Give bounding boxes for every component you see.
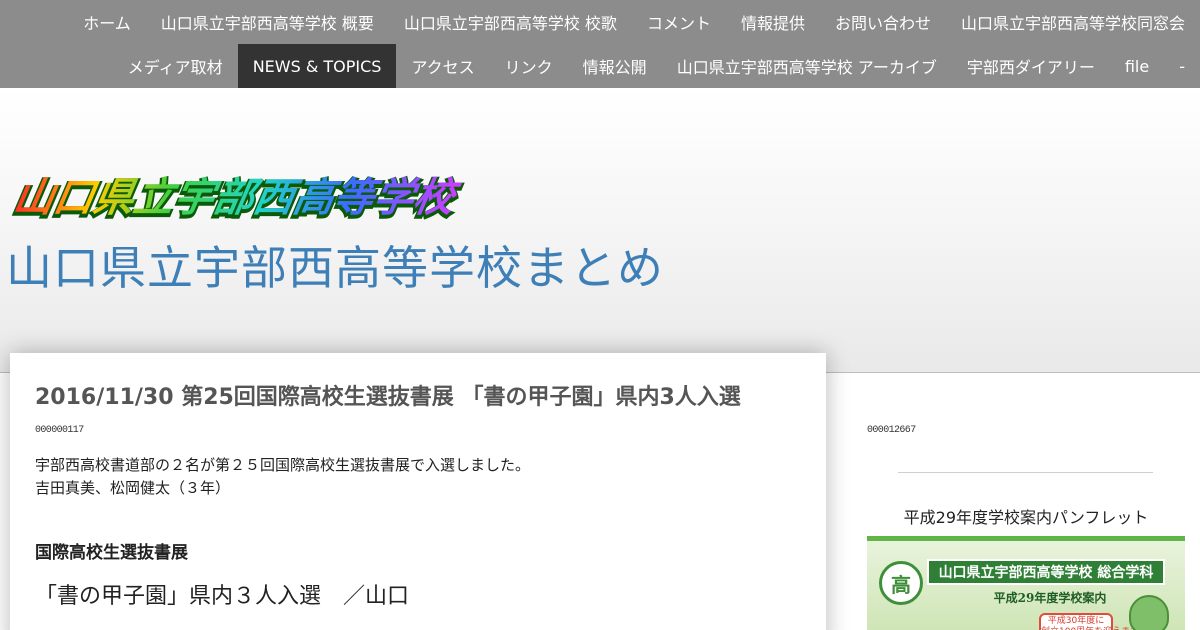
nav-item-links[interactable]: リンク [490, 44, 568, 88]
nav-item-access[interactable]: アクセス [396, 44, 489, 88]
post-title[interactable]: 2016/11/30 第25回国際高校生選抜書展 「書の甲子園」県内3人入選 [35, 379, 741, 411]
nav-item-disclosure[interactable]: 情報公開 [568, 44, 662, 88]
top-navigation: ホーム 山口県立宇部西高等学校 概要 山口県立宇部西高等学校 校歌 コメント 情… [0, 0, 1200, 88]
nav-item-file[interactable]: file [1110, 44, 1164, 88]
nav-item-news-topics[interactable]: NEWS & TOPICS [237, 44, 397, 88]
nav-item-comment[interactable]: コメント [632, 0, 726, 44]
pamphlet-subtitle: 平成29年度学校案内 [993, 591, 1107, 605]
school-emblem-icon: 高 [879, 561, 923, 605]
nav-item-archive[interactable]: 山口県立宇部西高等学校 アーカイブ [662, 44, 952, 88]
site-logo[interactable]: 山口県立宇部西高等学校 山口県立宇部西高等学校 [6, 175, 496, 225]
nav-row-1: ホーム 山口県立宇部西高等学校 概要 山口県立宇部西高等学校 校歌 コメント 情… [68, 0, 1200, 44]
pamphlet-cover: 高 山口県立宇部西高等学校 総合学科 平成29年度学校案内 平成30年度に 創立… [867, 541, 1185, 630]
nav-item-contact[interactable]: お問い合わせ [820, 0, 946, 44]
nav-row-2: メディア取材 NEWS & TOPICS アクセス リンク 情報公開 山口県立宇… [113, 44, 1200, 88]
site-title[interactable]: 山口県立宇部西高等学校まとめ [6, 232, 664, 298]
site-header: 山口県立宇部西高等学校 山口県立宇部西高等学校 山口県立宇部西高等学校まとめ [0, 88, 1200, 373]
site-access-counter: 000012667 [867, 425, 916, 436]
post-card: 2016/11/30 第25回国際高校生選抜書展 「書の甲子園」県内3人入選 0… [10, 353, 826, 630]
nav-item-overview[interactable]: 山口県立宇部西高等学校 概要 [146, 0, 389, 44]
nav-item-school-song[interactable]: 山口県立宇部西高等学校 校歌 [389, 0, 632, 44]
post-body-line: 宇部西高校書道部の２名が第２５回国際高校生選抜書展で入選しました。 [35, 456, 531, 474]
nav-item-dash[interactable]: - [1164, 44, 1200, 88]
pamphlet-image[interactable]: 高 山口県立宇部西高等学校 総合学科 平成29年度学校案内 平成30年度に 創立… [867, 536, 1185, 630]
post-sub-heading: 「書の甲子園」県内３人入選 ／山口 [35, 584, 410, 609]
post-body: 宇部西高校書道部の２名が第２５回国際高校生選抜書展で入選しました。 吉田真美、松… [35, 454, 530, 500]
nav-item-media[interactable]: メディア取材 [113, 44, 238, 88]
logo-text: 山口県立宇部西高等学校 [10, 175, 465, 221]
sidebar-divider [898, 472, 1153, 473]
post-section-heading: 国際高校生選抜書展 [35, 543, 188, 563]
nav-item-alumni[interactable]: 山口県立宇部西高等学校同窓会 [946, 0, 1200, 44]
nav-item-diary[interactable]: 宇部西ダイアリー [952, 44, 1110, 88]
mascot-icon [1129, 595, 1169, 630]
nav-item-home[interactable]: ホーム [68, 0, 146, 44]
nav-item-info-submission[interactable]: 情報提供 [726, 0, 820, 44]
pamphlet-anniversary-badge: 平成30年度に 創立100周年を迎えます! [1039, 613, 1143, 630]
post-body-line: 吉田真美、松岡健太（３年） [35, 479, 231, 497]
pamphlet-widget-title: 平成29年度学校案内パンフレット [903, 508, 1149, 527]
pamphlet-banner: 山口県立宇部西高等学校 総合学科 [927, 559, 1165, 585]
post-access-counter: 000000117 [35, 425, 84, 436]
